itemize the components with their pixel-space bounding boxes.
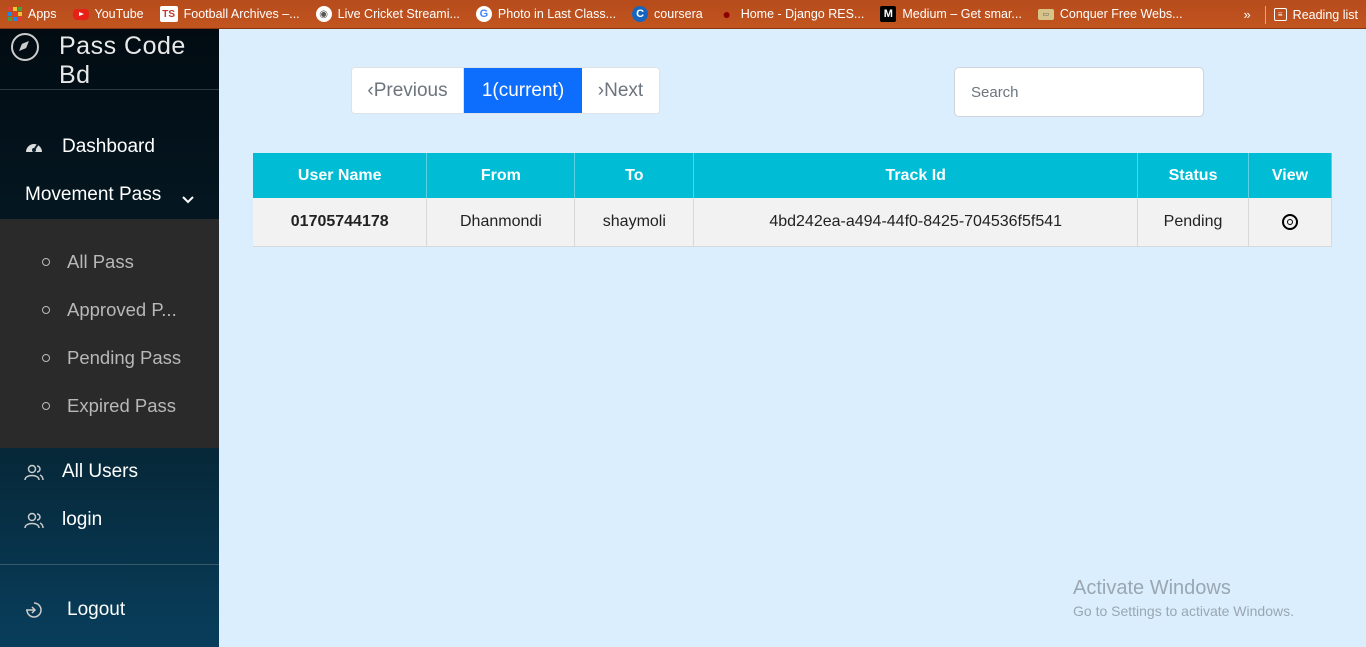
column-header-from[interactable]: From: [426, 153, 576, 198]
sidebar-item-label: Dashboard: [62, 136, 155, 157]
circle-icon: [42, 258, 50, 266]
submenu-item-all-pass[interactable]: All Pass: [0, 242, 219, 282]
column-header-track-id[interactable]: Track Id: [693, 153, 1139, 198]
bookmark-photo-class[interactable]: G Photo in Last Class...: [468, 0, 624, 28]
submenu-item-pending-pass[interactable]: Pending Pass: [0, 338, 219, 378]
pagination: ‹Previous 1(current) ›Next: [351, 67, 660, 114]
reading-list-button[interactable]: ≡ Reading list: [1266, 0, 1366, 29]
submenu-item-label: Approved P...: [67, 299, 177, 320]
brand[interactable]: Pass Code Bd: [0, 29, 219, 90]
sidebar-item-all-users[interactable]: All Users: [0, 452, 219, 492]
bookmark-label: Medium – Get smar...: [902, 7, 1022, 21]
column-header-view[interactable]: View: [1248, 153, 1332, 198]
chevron-down-icon: [181, 189, 195, 211]
django-icon: ●: [722, 6, 731, 22]
search-input[interactable]: [954, 67, 1204, 117]
submenu-item-approved-pass[interactable]: Approved P...: [0, 290, 219, 330]
coursera-icon: C: [632, 6, 649, 22]
youtube-icon: [72, 8, 89, 20]
column-header-to[interactable]: To: [574, 153, 695, 198]
movement-pass-submenu: All Pass Approved P... Pending Pass Expi…: [0, 219, 219, 448]
pass-table: User Name From To Track Id Status View 0…: [253, 153, 1332, 247]
cell-user-name: 01705744178: [253, 198, 428, 247]
submenu-item-label: Expired Pass: [67, 395, 176, 416]
sidebar-item-logout[interactable]: Logout: [0, 590, 219, 630]
column-header-user-name[interactable]: User Name: [253, 153, 428, 198]
bookmark-label: Conquer Free Webs...: [1059, 7, 1183, 21]
users-icon: [24, 510, 44, 530]
dashboard-icon: [24, 137, 44, 157]
bookmark-label: YouTube: [94, 7, 144, 21]
watermark-subtitle: Go to Settings to activate Windows.: [1073, 603, 1294, 619]
circle-icon: [42, 306, 50, 314]
bookmarks-bar: Apps YouTube TS Football Archives –... ◉…: [0, 0, 1366, 29]
google-icon: G: [475, 6, 492, 22]
logout-icon: [24, 600, 44, 620]
bookmark-youtube[interactable]: YouTube: [65, 0, 152, 28]
cell-view: [1248, 198, 1332, 247]
circle-icon: [42, 354, 50, 362]
bookmark-live-cricket[interactable]: ◉ Live Cricket Streami...: [308, 0, 468, 28]
bookmark-label: Apps: [28, 7, 57, 21]
cell-track-id: 4bd242ea-a494-44f0-8425-704536f5f541: [693, 198, 1139, 247]
cell-status: Pending: [1137, 198, 1249, 247]
circle-icon: [42, 402, 50, 410]
sidebar-item-dashboard[interactable]: Dashboard: [0, 127, 219, 167]
globe-icon: ◉: [315, 6, 332, 22]
sidebar-item-label: Logout: [67, 599, 126, 620]
ts-icon: TS: [159, 6, 178, 22]
bookmark-medium[interactable]: M Medium – Get smar...: [872, 0, 1029, 28]
bookmark-label: Photo in Last Class...: [497, 7, 617, 21]
reading-list-label: Reading list: [1292, 7, 1358, 22]
view-eye-icon[interactable]: [1282, 213, 1298, 230]
conquer-icon: ▭: [1037, 8, 1054, 20]
sidebar-item-label: login: [62, 509, 103, 530]
bookmark-label: Home - Django RES...: [740, 7, 865, 21]
sidebar-item-label: All Users: [62, 461, 139, 482]
submenu-item-expired-pass[interactable]: Expired Pass: [0, 386, 219, 426]
sidebar-divider: [0, 564, 219, 565]
more-bookmarks-button[interactable]: »: [1229, 7, 1264, 22]
activate-windows-watermark: Activate Windows Go to Settings to activ…: [1073, 577, 1294, 619]
sidebar-item-label: Movement Pass: [25, 184, 162, 205]
bookmark-coursera[interactable]: C coursera: [624, 0, 711, 28]
bookmark-django[interactable]: ● Home - Django RES...: [711, 0, 873, 28]
compass-icon: [11, 33, 39, 61]
bookmark-label: coursera: [654, 7, 703, 21]
submenu-item-label: All Pass: [67, 251, 134, 272]
next-page-button[interactable]: ›Next: [582, 68, 659, 113]
bookmark-apps[interactable]: Apps: [0, 0, 65, 28]
bookmarks-right: » ≡ Reading list: [1229, 0, 1366, 29]
table-row: 01705744178 Dhanmondi shaymoli 4bd242ea-…: [253, 198, 1332, 247]
previous-page-button[interactable]: ‹Previous: [352, 68, 464, 113]
sidebar: Pass Code Bd Dashboard Movement Pass All…: [0, 29, 219, 647]
cell-from: Dhanmondi: [426, 198, 576, 247]
sidebar-item-login[interactable]: login: [0, 500, 219, 540]
column-header-status[interactable]: Status: [1137, 153, 1249, 198]
bookmark-label: Live Cricket Streami...: [337, 7, 460, 21]
reading-list-icon: ≡: [1273, 8, 1287, 21]
users-icon: [24, 462, 44, 482]
bookmark-label: Football Archives –...: [183, 7, 300, 21]
table-header-row: User Name From To Track Id Status View: [253, 153, 1332, 198]
sidebar-item-movement-pass[interactable]: Movement Pass: [0, 175, 219, 215]
watermark-title: Activate Windows: [1073, 577, 1231, 599]
brand-title: Pass Code Bd: [59, 32, 186, 89]
bookmark-football-archives[interactable]: TS Football Archives –...: [152, 0, 308, 28]
current-page-button[interactable]: 1(current): [464, 68, 582, 113]
apps-grid-icon: [8, 7, 22, 21]
cell-to: shaymoli: [574, 198, 695, 247]
submenu-item-label: Pending Pass: [67, 347, 182, 368]
bookmark-conquer[interactable]: ▭ Conquer Free Webs...: [1030, 0, 1191, 28]
medium-icon: M: [880, 6, 897, 22]
